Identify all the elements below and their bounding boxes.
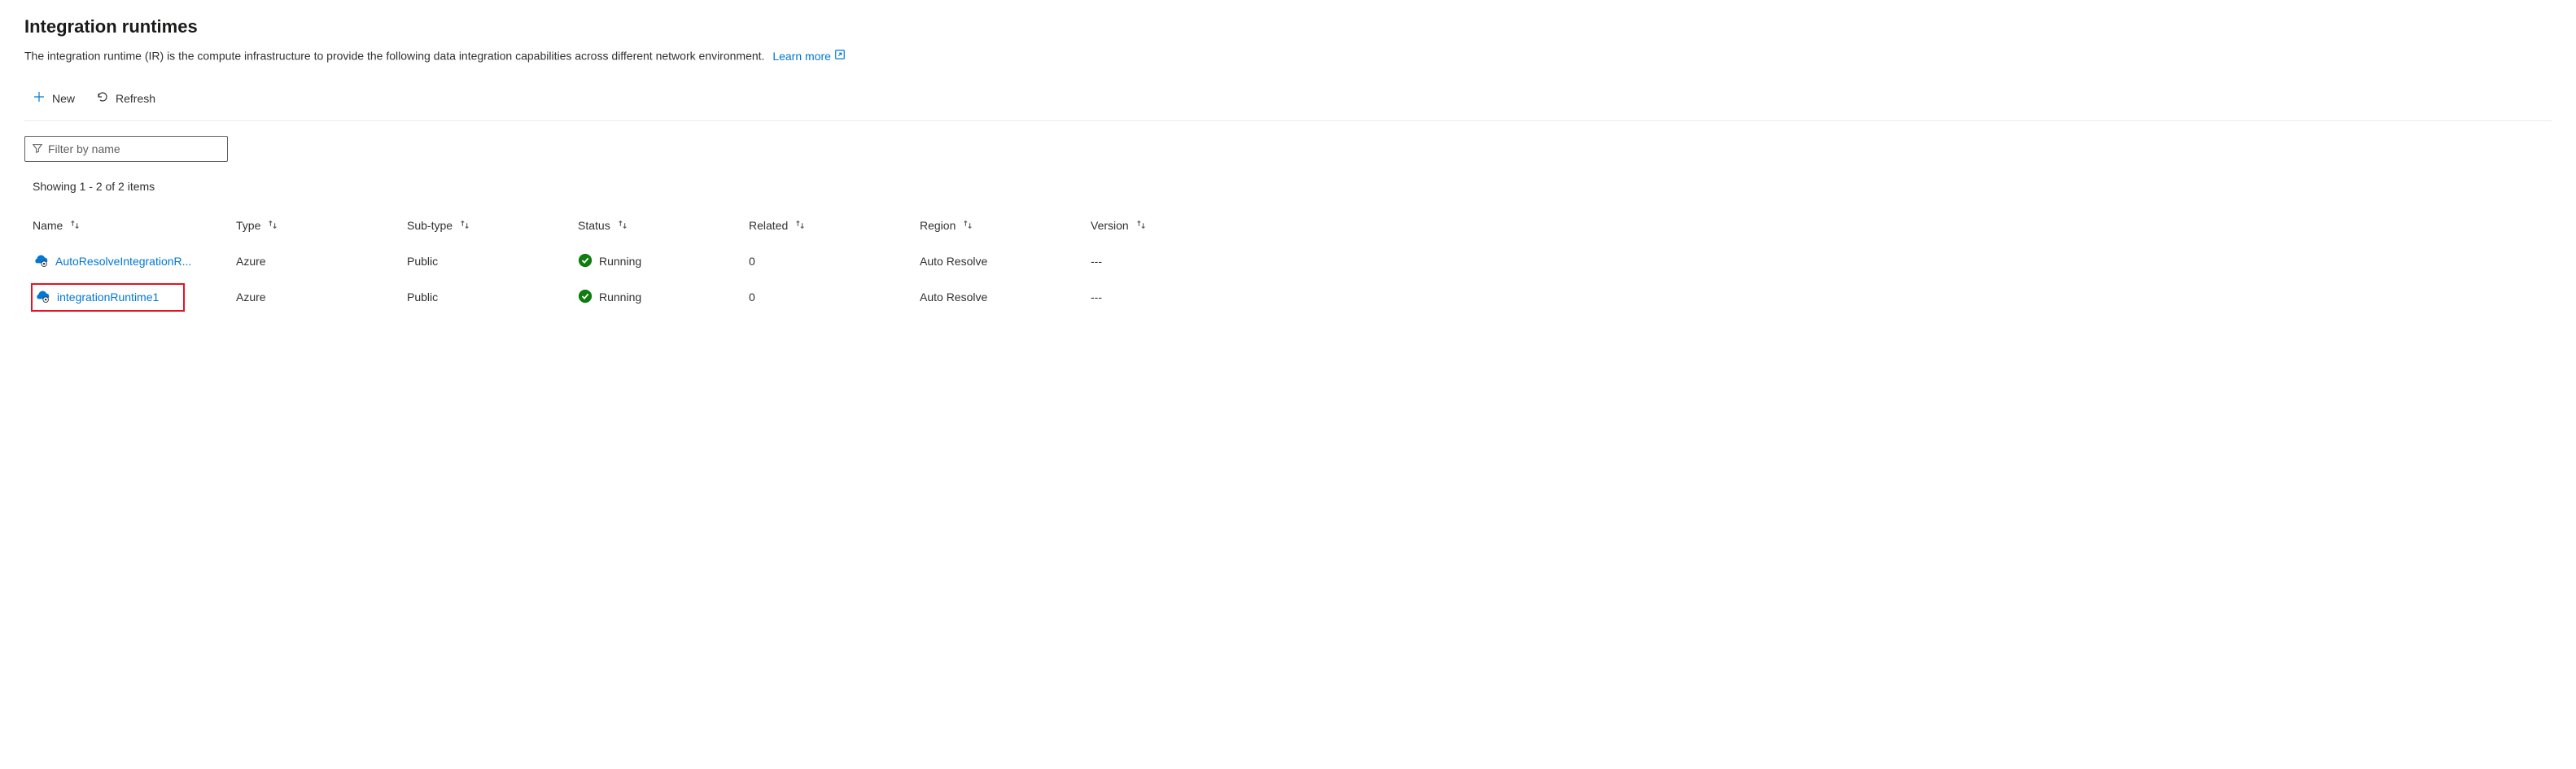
cloud-icon — [33, 252, 49, 271]
col-type[interactable]: Type — [236, 219, 407, 233]
cell-status: Running — [578, 289, 749, 306]
col-status[interactable]: Status — [578, 219, 749, 233]
cloud-icon — [34, 288, 50, 307]
table-row: integrationRuntime1 Azure Public Running… — [24, 279, 2552, 315]
status-text: Running — [599, 291, 641, 304]
runtime-name-link[interactable]: AutoResolveIntegrationR... — [33, 252, 191, 271]
description-text: The integration runtime (IR) is the comp… — [24, 50, 764, 63]
runtime-name: AutoResolveIntegrationR... — [55, 255, 191, 268]
table-row: AutoResolveIntegrationR... Azure Public … — [24, 243, 2552, 279]
col-subtype[interactable]: Sub-type — [407, 219, 578, 233]
col-subtype-label: Sub-type — [407, 219, 453, 232]
refresh-icon — [96, 90, 109, 106]
cell-region: Auto Resolve — [920, 291, 1091, 304]
cell-status: Running — [578, 253, 749, 270]
col-type-label: Type — [236, 219, 260, 232]
sort-icon — [617, 219, 628, 233]
refresh-label: Refresh — [116, 92, 155, 105]
sort-icon — [69, 219, 81, 233]
success-icon — [578, 253, 593, 270]
sort-icon — [962, 219, 973, 233]
plus-icon — [33, 90, 46, 106]
cell-subtype: Public — [407, 255, 578, 268]
filter-row — [24, 136, 2552, 162]
learn-more-link[interactable]: Learn more — [772, 49, 846, 63]
col-name-label: Name — [33, 219, 63, 232]
cell-version: --- — [1091, 255, 1213, 268]
cell-type: Azure — [236, 291, 407, 304]
status-text: Running — [599, 255, 641, 268]
sort-icon — [1135, 219, 1147, 233]
highlight-annotation: integrationRuntime1 — [31, 283, 185, 312]
sort-icon — [267, 219, 278, 233]
integration-runtimes-table: Name Type Sub-type Status Related — [24, 208, 2552, 315]
cell-related: 0 — [749, 291, 920, 304]
sort-icon — [794, 219, 806, 233]
refresh-button[interactable]: Refresh — [94, 87, 157, 109]
filter-input-wrap[interactable] — [24, 136, 228, 162]
page-description: The integration runtime (IR) is the comp… — [24, 49, 2552, 63]
new-button[interactable]: New — [31, 87, 77, 109]
filter-icon — [32, 142, 43, 156]
cell-subtype: Public — [407, 291, 578, 304]
col-version[interactable]: Version — [1091, 219, 1213, 233]
sort-icon — [459, 219, 470, 233]
cell-region: Auto Resolve — [920, 255, 1091, 268]
page-title: Integration runtimes — [24, 16, 2552, 37]
col-status-label: Status — [578, 219, 610, 232]
filter-input[interactable] — [48, 142, 221, 155]
col-related[interactable]: Related — [749, 219, 920, 233]
cell-version: --- — [1091, 291, 1213, 304]
col-related-label: Related — [749, 219, 788, 232]
results-count: Showing 1 - 2 of 2 items — [24, 180, 2552, 193]
runtime-name-link[interactable]: integrationRuntime1 — [33, 285, 183, 310]
learn-more-label: Learn more — [772, 50, 831, 63]
external-link-icon — [834, 49, 846, 63]
table-header: Name Type Sub-type Status Related — [24, 208, 2552, 243]
toolbar: New Refresh — [24, 81, 2552, 121]
col-version-label: Version — [1091, 219, 1129, 232]
cell-type: Azure — [236, 255, 407, 268]
new-label: New — [52, 92, 75, 105]
cell-related: 0 — [749, 255, 920, 268]
success-icon — [578, 289, 593, 306]
runtime-name: integrationRuntime1 — [57, 291, 159, 304]
col-name[interactable]: Name — [33, 219, 236, 233]
col-region[interactable]: Region — [920, 219, 1091, 233]
col-region-label: Region — [920, 219, 956, 232]
